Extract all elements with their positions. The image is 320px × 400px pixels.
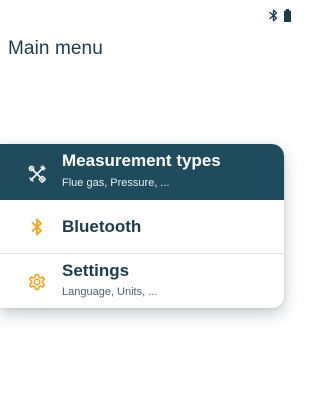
menu-item-title: Bluetooth — [62, 217, 142, 236]
bluetooth-status-icon — [269, 9, 278, 22]
menu-item-measurement-types[interactable]: Measurement types Flue gas, Pressure, ..… — [0, 144, 284, 200]
menu-item-settings[interactable]: Settings Language, Units, ... — [0, 254, 284, 308]
menu-item-title: Settings — [62, 261, 130, 280]
menu-item-title: Measurement types — [62, 151, 221, 170]
measurement-icon — [26, 163, 48, 185]
bluetooth-icon — [26, 216, 48, 238]
status-bar — [0, 0, 300, 26]
menu-item-subtitle: Flue gas, Pressure, ... — [62, 177, 170, 189]
menu-item-subtitle: Language, Units, ... — [62, 286, 158, 298]
page-title: Main menu — [8, 38, 103, 59]
main-menu-list: Measurement types Flue gas, Pressure, ..… — [0, 144, 284, 308]
status-icons — [269, 9, 291, 22]
battery-icon — [284, 9, 291, 22]
gear-icon — [26, 271, 48, 293]
menu-item-bluetooth[interactable]: Bluetooth — [0, 200, 284, 254]
